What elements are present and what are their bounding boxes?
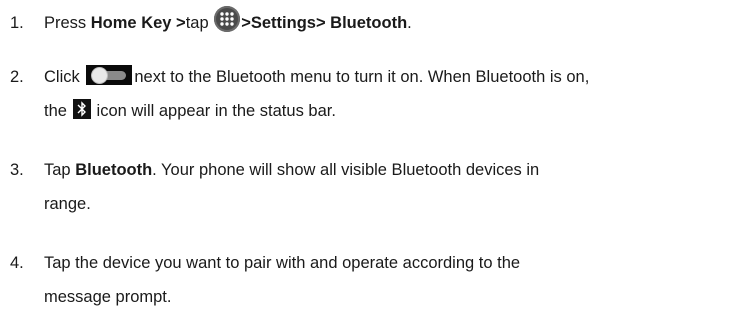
step-continuation: the icon will appear in the status bar. <box>10 94 730 128</box>
step-text: Press <box>44 14 91 32</box>
step-text: . <box>407 14 412 32</box>
step-text: the <box>44 102 72 120</box>
step-text: Tap the device you want to pair with and… <box>44 254 521 272</box>
bluetooth-icon <box>72 99 91 119</box>
step-number: 3. <box>10 161 24 179</box>
step-number: 1. <box>10 14 24 32</box>
step-text-bold: Home Key > <box>90 14 186 32</box>
step-text-bold: Bluetooth <box>75 161 153 179</box>
step-text-bold: >Settings> Bluetooth <box>241 14 408 32</box>
step-number: 2. <box>10 68 24 86</box>
step-number: 4. <box>10 254 24 272</box>
step-text: . Your phone will show all visible Bluet… <box>152 161 540 179</box>
step-continuation: range. <box>10 187 730 221</box>
step-text: next to the Bluetooth menu to turn it on… <box>134 68 590 86</box>
step-3: 3. Tap Bluetooth. Your phone will show al… <box>10 153 730 221</box>
toggle-knob <box>91 67 109 84</box>
step-text: message prompt. <box>44 288 172 306</box>
step-text: Tap <box>44 161 76 179</box>
step-2: 2. Click next to the Bluetooth menu to tu… <box>10 60 730 128</box>
step-continuation: message prompt. <box>10 280 730 314</box>
step-1: 1. Press Home Key >tap >Settings> Bluetoo… <box>10 6 730 40</box>
apps-grid-icon <box>214 6 241 32</box>
toggle-switch-icon <box>86 65 133 85</box>
step-text: tap <box>185 14 214 32</box>
step-text: Click <box>44 68 85 86</box>
step-text: range. <box>44 195 91 213</box>
step-4: 4. Tap the device you want to pair with a… <box>10 246 730 314</box>
step-text: icon will appear in the status bar. <box>96 102 336 120</box>
